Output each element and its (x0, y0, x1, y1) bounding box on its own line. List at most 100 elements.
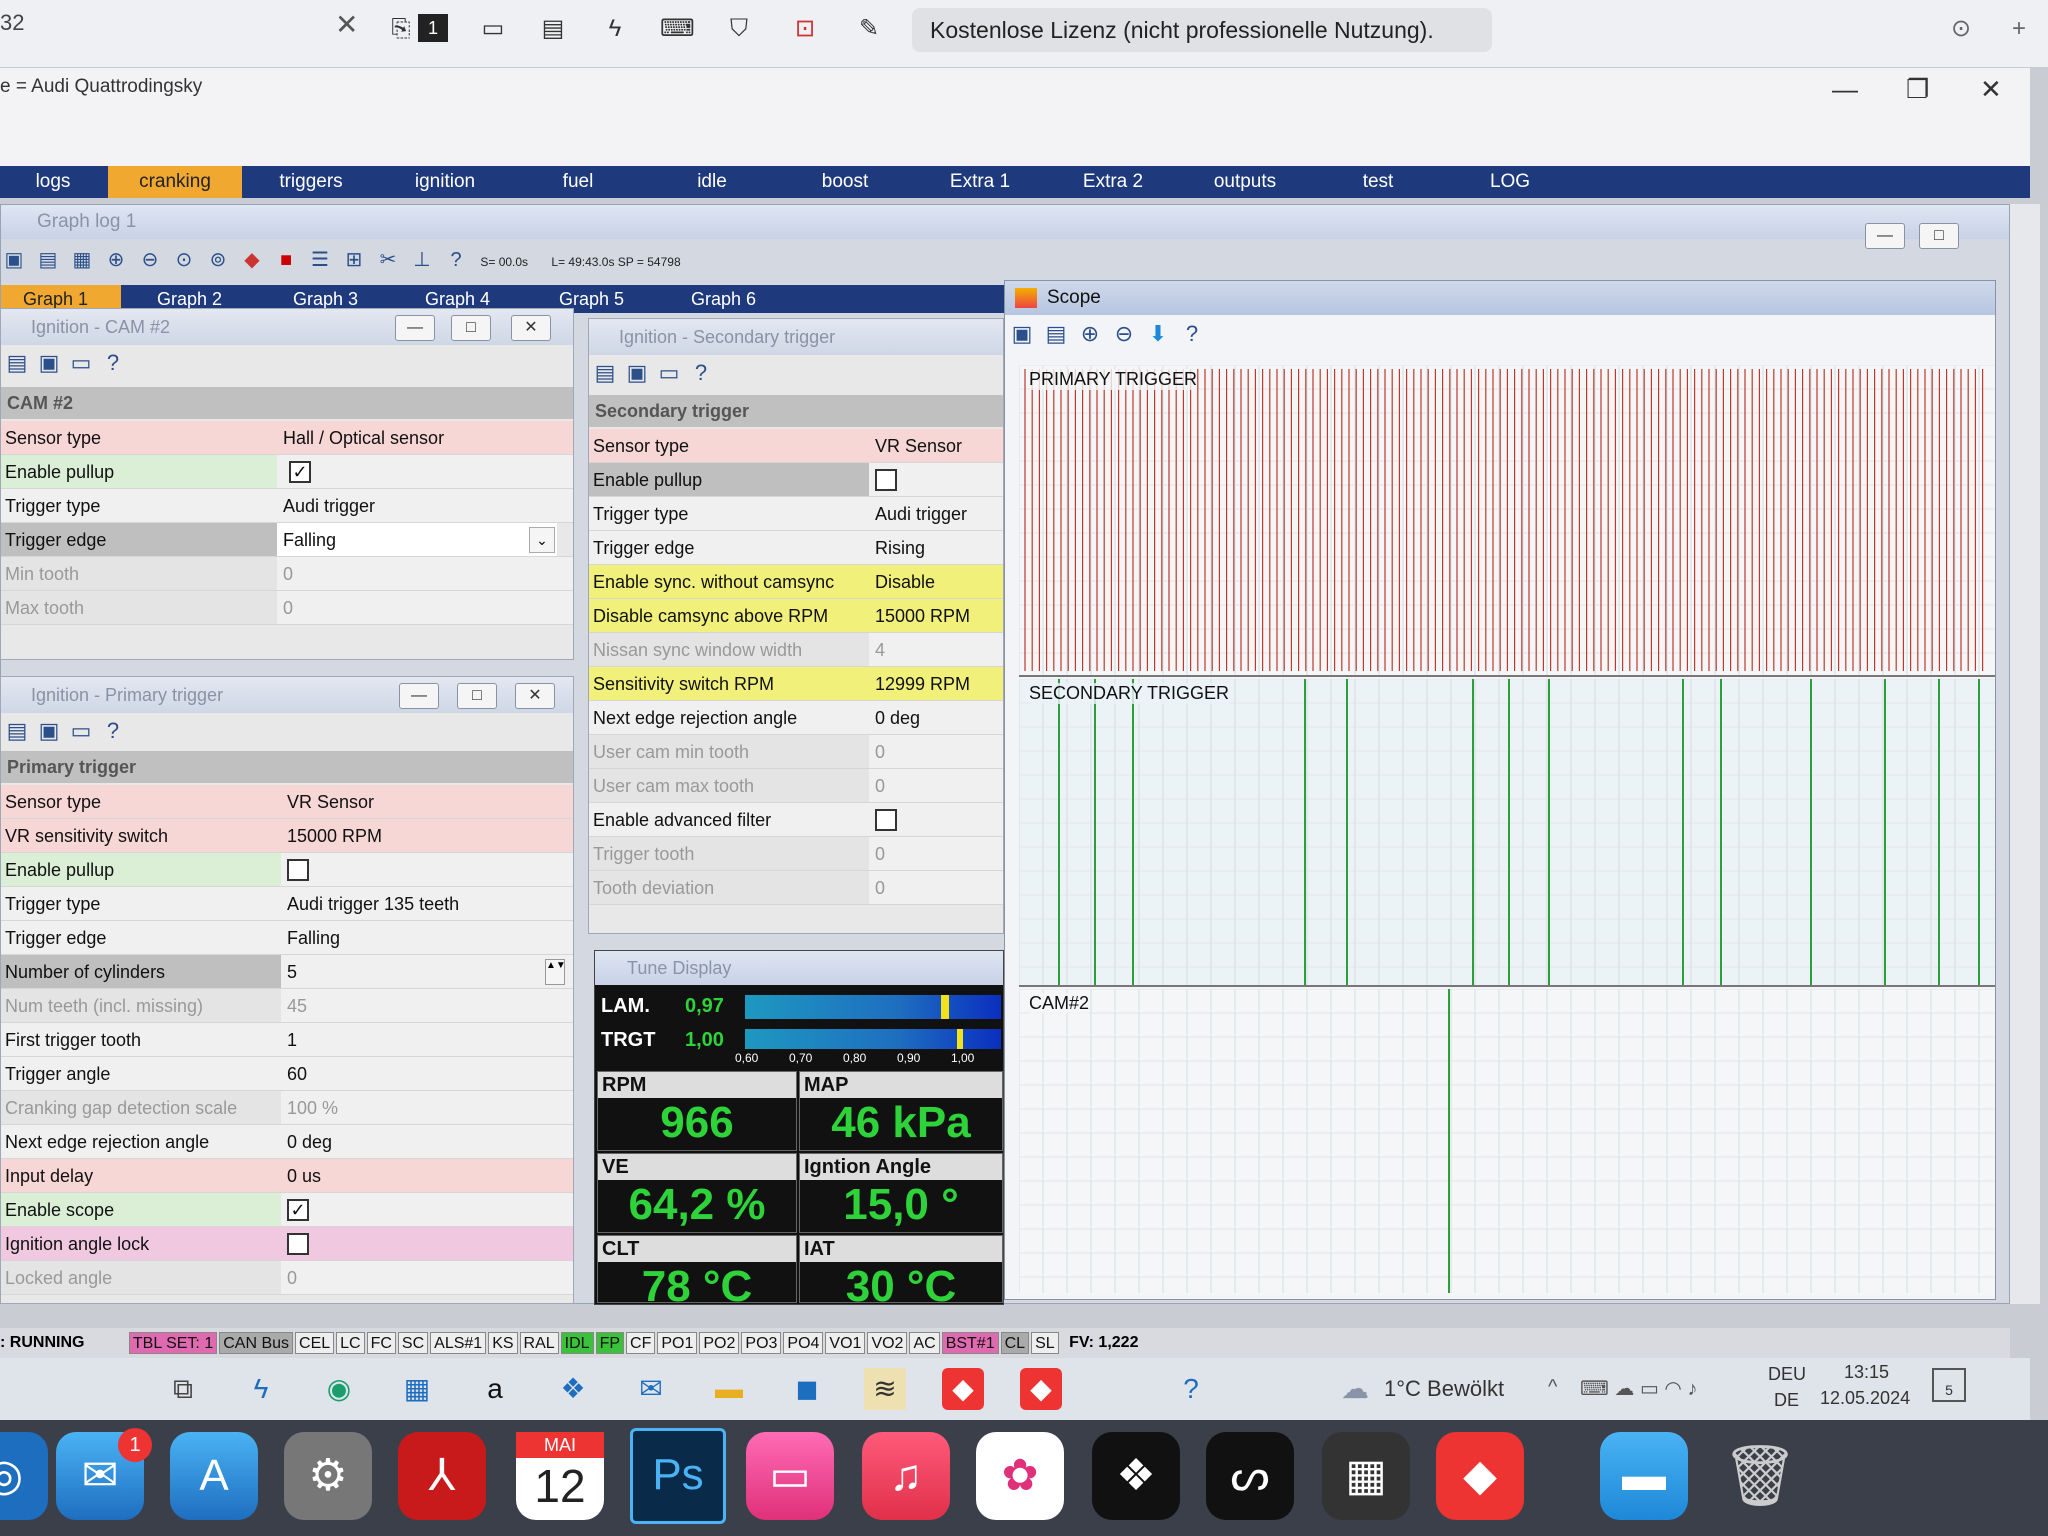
primary-row[interactable]: Next edge rejection angle 0 deg (1, 1125, 573, 1159)
folder-icon[interactable]: ▬ (1600, 1432, 1688, 1520)
help-icon[interactable]: ? (97, 715, 129, 747)
primary-row[interactable]: Trigger type Audi trigger 135 teeth (1, 887, 573, 921)
checkbox[interactable]: ✓ (289, 460, 311, 483)
open-icon[interactable]: ▤ (589, 357, 621, 389)
secondary-row[interactable]: Enable sync. without camsync Disable (589, 565, 1003, 599)
secondary-row[interactable]: Sensor type VR Sensor (589, 429, 1003, 463)
cam2-maximize-button[interactable]: □ (451, 315, 491, 341)
calendar-icon[interactable]: MAI 12 (516, 1432, 604, 1520)
row-value[interactable]: 0 (869, 837, 1003, 870)
row-value[interactable]: 0 (869, 735, 1003, 768)
secondary-row[interactable]: Disable camsync above RPM 15000 RPM (589, 599, 1003, 633)
secondary-row[interactable]: Nissan sync window width 4 (589, 633, 1003, 667)
row-value[interactable]: 0 (869, 769, 1003, 802)
presentation-app-icon[interactable]: ▭ (746, 1432, 834, 1520)
primary-row[interactable]: Sensor type VR Sensor (1, 785, 573, 819)
tab-logs[interactable]: logs (0, 166, 106, 198)
graph-tab-6[interactable]: Graph 6 (691, 285, 801, 313)
close-button[interactable]: ✕ (1980, 74, 2002, 105)
chevron-down-icon[interactable]: ⌄ (529, 527, 555, 553)
row-value[interactable] (281, 853, 573, 886)
restore-button[interactable]: ❐ (1906, 74, 1929, 105)
export-icon[interactable]: ▦ (69, 247, 95, 273)
row-value[interactable]: 0 (869, 871, 1003, 904)
row-value[interactable] (869, 803, 1003, 836)
open-icon[interactable]: ▤ (1, 715, 33, 747)
secondary-row[interactable]: Sensitivity switch RPM 12999 RPM (589, 667, 1003, 701)
tab-boost[interactable]: boost (784, 166, 906, 198)
secondary-row[interactable]: Enable advanced filter (589, 803, 1003, 837)
anydesk-dock-icon[interactable]: ◆ (1436, 1432, 1524, 1520)
safari-icon[interactable]: ◎ (0, 1432, 48, 1520)
checkbox[interactable]: ✓ (287, 1198, 309, 1221)
cam2-row-min-tooth[interactable]: Min tooth 0 (1, 557, 573, 591)
row-value[interactable]: 5 (281, 955, 573, 988)
primary-row[interactable]: Enable scope ✓ (1, 1193, 573, 1227)
primary-row[interactable]: Num teeth (incl. missing) 45 (1, 989, 573, 1023)
zoom-fit-icon[interactable]: ⊙ (171, 247, 197, 273)
primary-row[interactable]: Trigger edge Falling (1, 921, 573, 955)
record-icon[interactable]: ⊡ (788, 12, 822, 46)
primary-row[interactable]: Locked angle 0 (1, 1261, 573, 1295)
open-icon[interactable]: ▤ (1, 347, 33, 379)
row-value[interactable]: Falling (277, 523, 557, 556)
calculator-icon[interactable]: ▦ (1322, 1432, 1410, 1520)
zoom-app-icon[interactable]: ◼ (786, 1368, 828, 1410)
amazon-icon[interactable]: a (474, 1368, 516, 1410)
cam2-row-enable-pullup[interactable]: Enable pullup ✓ (1, 455, 573, 489)
secondary-row[interactable]: User cam min tooth 0 (589, 735, 1003, 769)
zoom-out-icon[interactable]: ⊖ (1107, 317, 1141, 351)
primary-row[interactable]: Number of cylinders 5 ▲▼ (1, 955, 573, 989)
help-icon[interactable]: ? (685, 357, 717, 389)
stop-icon[interactable]: ■ (273, 247, 299, 273)
minimize-button[interactable]: — (1832, 74, 1858, 105)
row-value[interactable]: 0 deg (281, 1125, 573, 1158)
tab-outputs[interactable]: outputs (1182, 166, 1308, 198)
download-icon[interactable]: ⊙ (1944, 12, 1978, 46)
tab-fuel[interactable]: fuel (520, 166, 636, 198)
cam2-row-trigger-edge[interactable]: Trigger edge Falling ⌄ (1, 523, 573, 557)
primary-row[interactable]: VR sensitivity switch 15000 RPM (1, 819, 573, 853)
tab-extra-2[interactable]: Extra 2 (1050, 166, 1176, 198)
secondary-row[interactable]: Trigger edge Rising (589, 531, 1003, 565)
anydesk-2-icon[interactable]: ◆ (1020, 1368, 1062, 1410)
clock-date[interactable]: 12.05.2024 (1820, 1388, 1910, 1409)
row-value[interactable] (281, 1227, 573, 1260)
row-value[interactable]: 1 (281, 1023, 573, 1056)
mail-icon[interactable]: ✉ (630, 1368, 672, 1410)
chart-icon[interactable]: ⊥ (409, 247, 435, 273)
secondary-row[interactable]: User cam max tooth 0 (589, 769, 1003, 803)
marker-icon[interactable]: ◆ (239, 247, 265, 273)
ecu-tuner-icon[interactable]: ≋ (864, 1368, 906, 1410)
row-value[interactable]: ✓ (281, 1193, 573, 1226)
secondary-row[interactable]: Trigger tooth 0 (589, 837, 1003, 871)
language-code[interactable]: DEU (1768, 1364, 1806, 1385)
row-value[interactable] (869, 463, 1003, 496)
row-value[interactable]: 60 (281, 1057, 573, 1090)
cursive-app-icon[interactable]: ᔕ (1206, 1432, 1294, 1520)
music-icon[interactable]: ♫ (862, 1432, 950, 1520)
cam2-row-trigger-type[interactable]: Trigger type Audi trigger (1, 489, 573, 523)
row-value[interactable]: 0 (277, 591, 573, 624)
session-close-button[interactable]: ✕ (335, 8, 358, 41)
zoom-in-icon[interactable]: ⊕ (1073, 317, 1107, 351)
primary-row[interactable]: Enable pullup (1, 853, 573, 887)
tab-ignition[interactable]: ignition (380, 166, 510, 198)
graph-log-minimize-button[interactable]: — (1865, 223, 1905, 249)
row-value[interactable]: Falling (281, 921, 573, 954)
window-icon[interactable]: ▭ (653, 357, 685, 389)
zoom-out-icon[interactable]: ⊖ (137, 247, 163, 273)
keyboard-icon[interactable]: ⌨ (660, 12, 695, 46)
primary-row[interactable]: Input delay 0 us (1, 1159, 573, 1193)
vertical-scrollbar[interactable] (2010, 204, 2040, 1304)
row-value[interactable]: Audi trigger (869, 497, 1003, 530)
tab-log[interactable]: LOG (1448, 166, 1572, 198)
row-value[interactable]: 0 (281, 1261, 573, 1294)
row-value[interactable]: 0 (277, 557, 573, 590)
monitor-1-icon[interactable]: 1 (418, 14, 448, 42)
row-value[interactable]: 45 (281, 989, 573, 1022)
row-value[interactable]: VR Sensor (869, 429, 1003, 462)
zoom-icon[interactable]: ⊚ (205, 247, 231, 273)
cut-icon[interactable]: ✂ (375, 247, 401, 273)
row-value[interactable]: Disable (869, 565, 1003, 598)
